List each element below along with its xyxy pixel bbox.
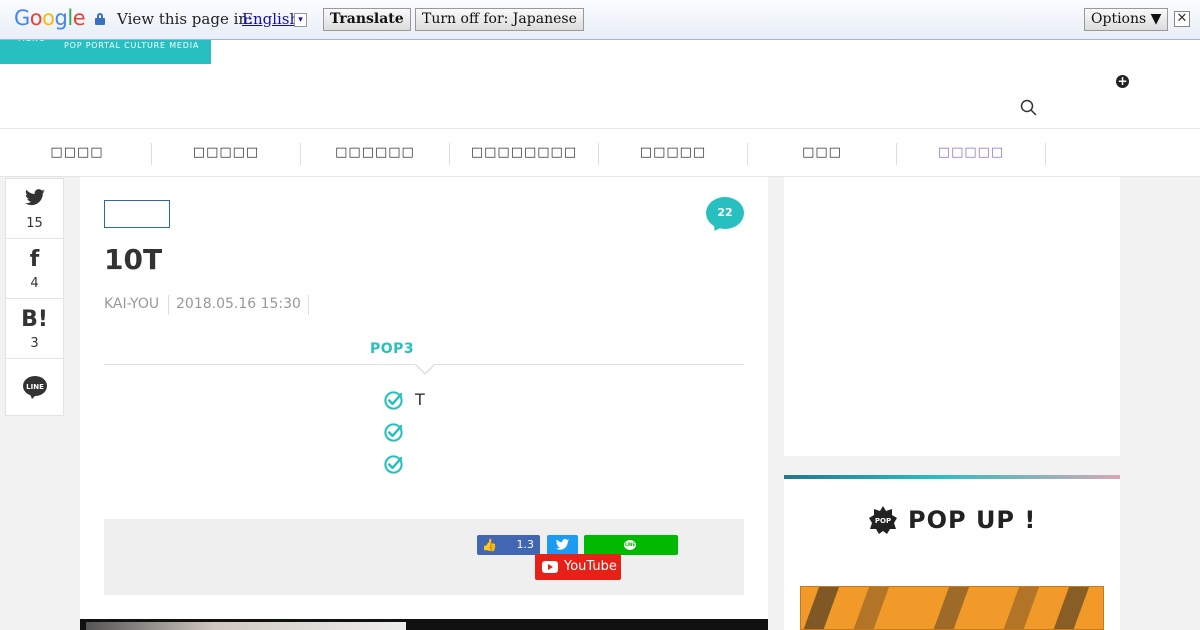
line-icon-label: LINE [26,383,44,391]
comment-count-bubble[interactable]: 22 [706,197,744,229]
twitter-count: 15 [26,216,43,231]
translate-button[interactable]: Translate [323,8,411,31]
facebook-like-button[interactable]: 👍 1.3 [477,535,540,555]
thumbs-up-icon: 👍 [482,538,497,552]
sidebar-ad[interactable] [784,177,1120,456]
article-author[interactable]: KAI-YOU [104,296,159,312]
facebook-like-count: 1.3 [516,538,535,551]
hatena-count: 3 [30,336,39,351]
site-logo[interactable]: MENU POP PORTAL CULTURE MEDIA [0,34,211,64]
line-icon: LINE [23,376,47,399]
line-share-button[interactable]: LINE [6,359,63,419]
nav-item-1[interactable]: □□□□ [3,143,152,165]
pop3-point-text: T [415,390,425,409]
twitter-icon [555,539,570,550]
pop-badge-label: POP [875,517,891,525]
youtube-subscribe-button[interactable]: YouTube [535,554,621,580]
pop3-heading: POP3 [370,341,415,357]
twitter-share-button[interactable]: 15 [6,179,63,239]
nav-item-5[interactable]: □□□□□ [599,143,748,165]
article-title: 10T [104,243,163,276]
category-tag[interactable] [104,200,170,228]
facebook-icon: f [29,247,40,272]
facebook-count: 4 [30,276,39,291]
follow-box: 👍 1.3 LINE YouTube [104,519,744,595]
language-dropdown-icon[interactable]: ▾ [294,13,307,27]
nav-item-3[interactable]: □□□□□□ [301,143,450,165]
plus-icon[interactable]: + [1116,75,1129,88]
nav-item-6[interactable]: □□□ [748,143,897,165]
main-nav: □□□□ □□□□□ □□□□□□ □□□□□□□□ □□□□□ □□□ □□□… [0,128,1200,177]
search-icon[interactable] [1020,99,1037,116]
check-circle-icon [384,391,403,410]
popup-title: POP UP ! [908,506,1037,534]
lock-icon [95,13,105,25]
share-sidebar: 15 f 4 B! 3 LINE [5,178,64,416]
youtube-label: YouTube [564,559,617,574]
hatena-share-button[interactable]: B! 3 [6,299,63,359]
twitter-follow-button[interactable] [547,535,578,555]
nav-item-7[interactable]: □□□□□ [897,143,1046,165]
check-circle-icon [384,423,403,442]
video-thumbnail[interactable] [80,619,768,630]
turn-off-button[interactable]: Turn off for: Japanese [415,8,584,31]
translate-prompt: View this page in: [117,10,254,28]
close-icon[interactable]: ✕ [1174,11,1190,27]
meta-divider [308,295,309,315]
site-tagline: POP PORTAL CULTURE MEDIA [64,41,200,50]
translate-bar: Google View this page in: English ▾ Tran… [0,0,1200,40]
google-logo: Google [14,6,86,30]
nav-item-2[interactable]: □□□□□ [152,143,301,165]
options-button[interactable]: Options ▼ [1084,8,1169,31]
popup-section: POP POP UP ! [784,479,1120,630]
line-follow-button[interactable]: LINE [584,535,678,555]
article-date: 2018.05.16 15:30 [176,296,301,312]
popup-banner[interactable] [800,586,1104,630]
pop-badge-icon: POP [869,506,897,534]
hatena-icon: B! [21,307,48,332]
youtube-play-icon [542,561,558,573]
language-link[interactable]: English [242,10,299,28]
article-main: 22 10T KAI-YOU 2018.05.16 15:30 POP3 T 👍 [80,177,768,630]
facebook-share-button[interactable]: f 4 [6,239,63,299]
meta-divider [168,295,169,315]
check-circle-icon [384,455,403,474]
nav-item-4[interactable]: □□□□□□□□ [450,143,599,165]
twitter-icon [25,189,45,206]
line-icon: LINE [624,540,636,550]
